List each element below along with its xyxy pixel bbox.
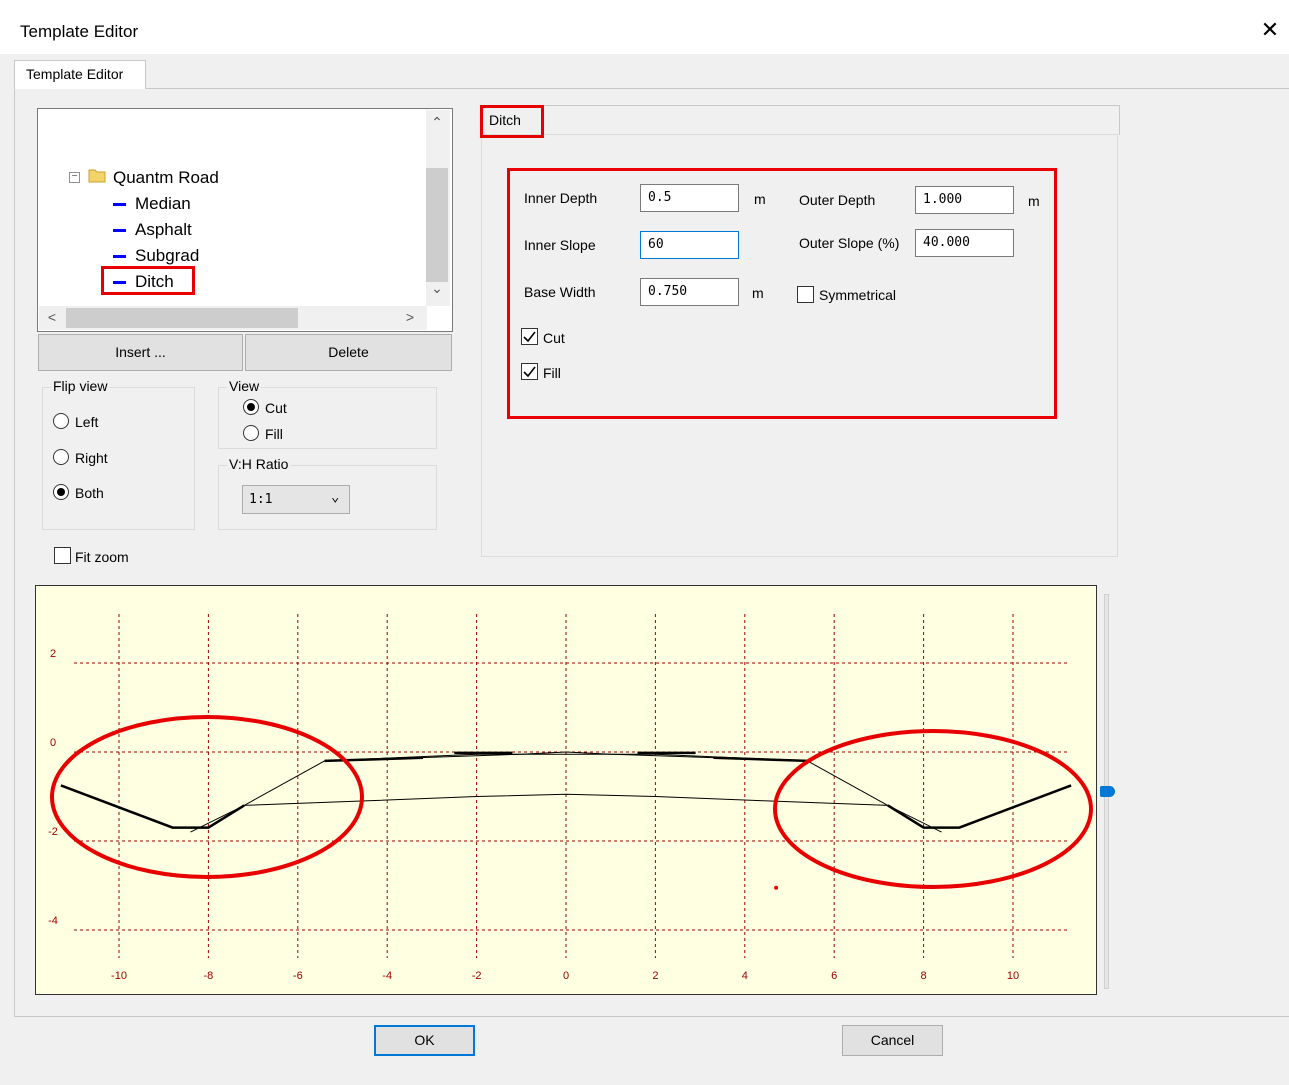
cancel-button[interactable]: Cancel [842,1025,943,1056]
ok-button[interactable]: OK [374,1025,475,1056]
highlight-left-ditch [50,715,364,879]
annotation-overlay [50,715,1093,889]
highlight-right-ditch [773,729,1093,889]
